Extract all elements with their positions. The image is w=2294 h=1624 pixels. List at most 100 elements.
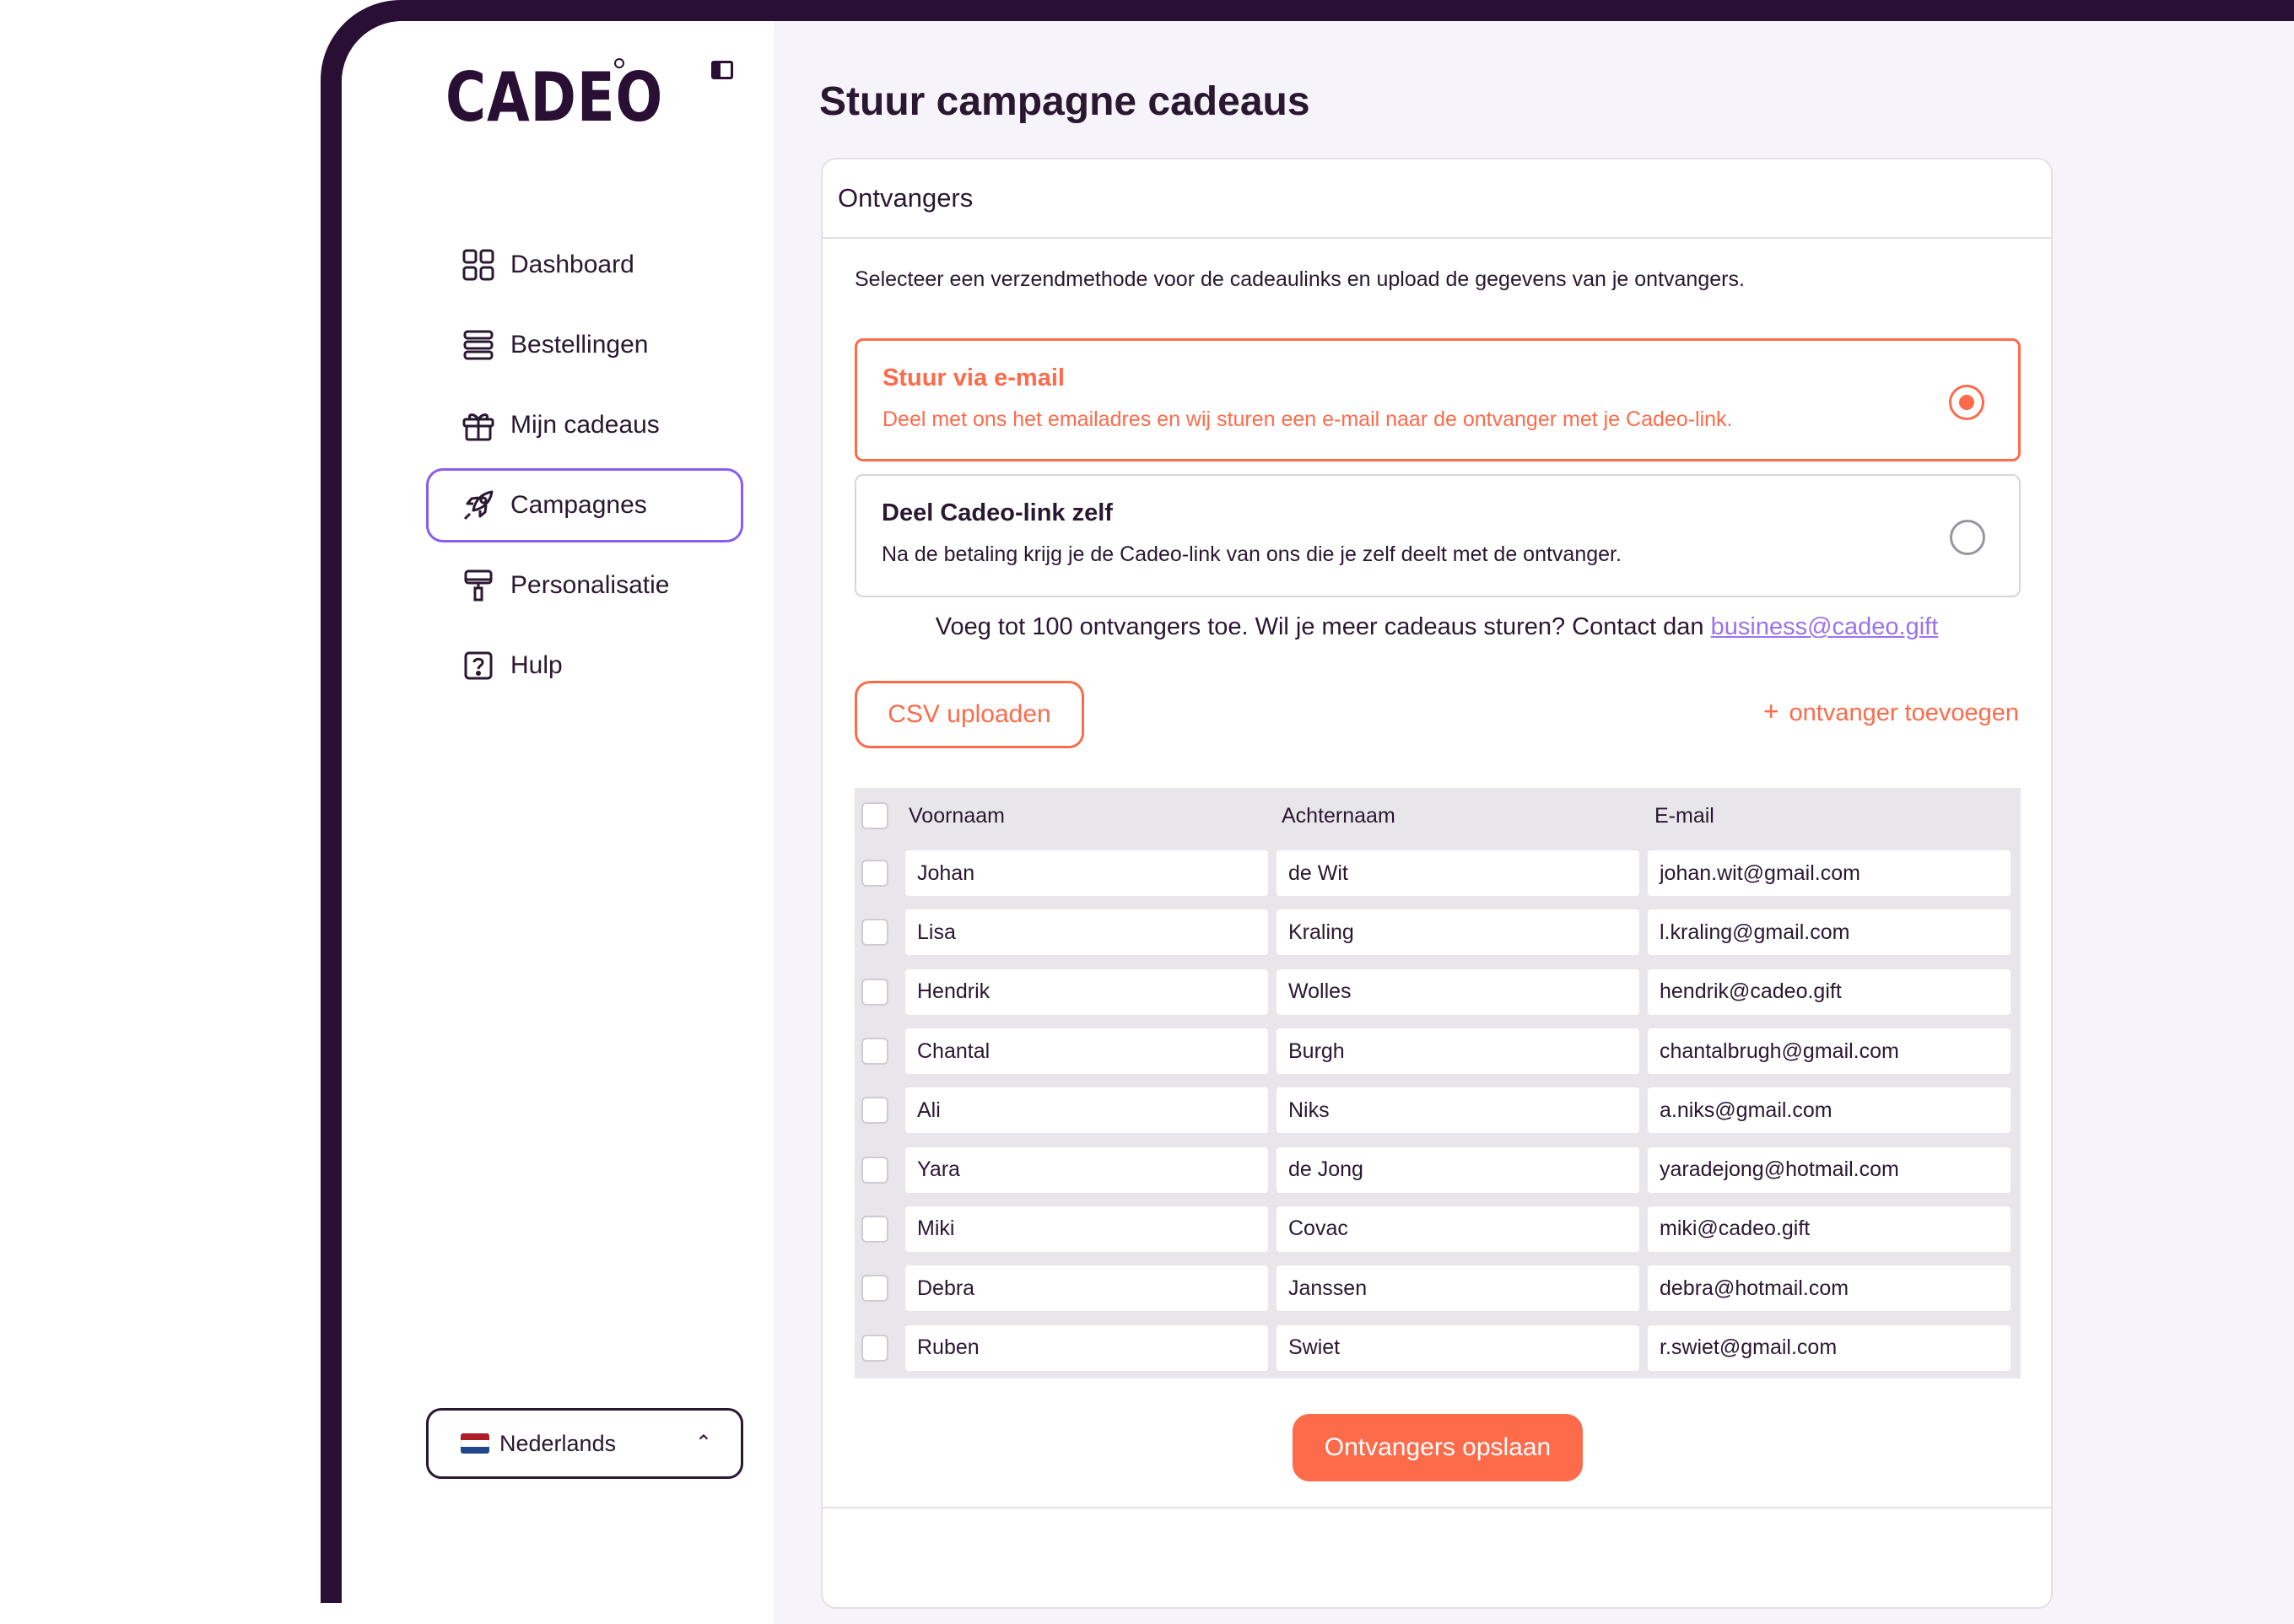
option-description: Deel met ons het emailadres en wij sture… [883,407,1733,431]
sidebar-item-hulp[interactable]: Hulp [426,629,743,703]
sidebar-item-label: Hulp [510,651,563,679]
chevron-up-icon: ⌃ [694,1432,712,1454]
email-field[interactable]: debra@hotmail.com [1648,1265,2011,1312]
table-row: Chantal Burgh chantalbrugh@gmail.com [855,1022,2021,1081]
plus-icon: + [1762,696,1779,726]
list-icon [461,328,495,362]
sidebar: CADEO Dashboard Bestellingen Mijn cadeau… [342,21,774,1624]
select-all-checkbox[interactable] [861,802,888,829]
table-row: Hendrik Wolles hendrik@cadeo.gift [855,963,2021,1022]
radio-selected[interactable] [1949,385,1984,420]
sidebar-item-dashboard[interactable]: Dashboard [426,228,743,302]
row-checkbox[interactable] [861,919,888,947]
email-field[interactable]: r.swiet@gmail.com [1648,1325,2011,1371]
table-row: Ali Niks a.niks@gmail.com [855,1081,2021,1140]
option-description: Na de betaling krijg je de Cadeo-link va… [882,542,1622,566]
card-divider [823,1507,2051,1508]
app-window: CADEO Dashboard Bestellingen Mijn cadeau… [342,21,2294,1624]
sidebar-item-personalisatie[interactable]: Personalisatie [426,548,743,623]
limit-text: Voeg tot 100 ontvangers toe. Wil je meer… [935,613,1704,640]
option-email[interactable]: Stuur via e-mail Deel met ons het emaila… [855,338,2021,461]
email-field[interactable]: a.niks@gmail.com [1648,1087,2011,1134]
table-row: Debra Janssen debra@hotmail.com [855,1259,2021,1318]
row-checkbox[interactable] [861,860,888,888]
netherlands-flag-icon [461,1433,489,1454]
sidebar-nav: Dashboard Bestellingen Mijn cadeaus Camp… [426,228,743,709]
last-name-field[interactable]: Janssen [1277,1265,1639,1312]
table-row: Lisa Kraling l.kraling@gmail.com [855,903,2021,962]
cadeo-logo: CADEO [445,58,664,137]
column-header-voornaam: Voornaam [909,803,1005,828]
last-name-field[interactable]: Swiet [1277,1325,1639,1371]
save-recipients-button[interactable]: Ontvangers opslaan [1293,1414,1583,1481]
add-recipient-label: ontvanger toevoegen [1789,699,2020,726]
sidebar-item-label: Dashboard [510,251,634,278]
table-body: Johan de Wit johan.wit@gmail.com Lisa Kralin… [855,844,2021,1378]
card-intro: Selecteer een verzendmethode voor de cad… [855,267,1745,291]
last-name-field[interactable]: Wolles [1277,968,1639,1015]
email-field[interactable]: yaradejong@hotmail.com [1648,1147,2011,1193]
last-name-field[interactable]: Burgh [1277,1028,1639,1075]
option-share-link[interactable]: Deel Cadeo-link zelf Na de betaling krij… [855,474,2021,597]
email-field[interactable]: miki@cadeo.gift [1648,1206,2011,1252]
recipients-table: Voornaam Achternaam E-mail Johan de Wit jo… [855,788,2021,1379]
paint-roller-icon [461,569,495,602]
first-name-field[interactable]: Ali [905,1087,1268,1134]
table-row: Miki Covac miki@cadeo.gift [855,1200,2021,1259]
sidebar-item-label: Campagnes [510,491,647,519]
sidebar-toggle-icon[interactable] [711,61,733,79]
first-name-field[interactable]: Chantal [905,1028,1268,1075]
csv-upload-button[interactable]: CSV uploaden [855,681,1084,748]
column-header-email: E-mail [1654,803,1714,828]
row-checkbox[interactable] [861,1097,888,1125]
sidebar-item-label: Mijn cadeaus [510,411,660,439]
sidebar-item-campagnes[interactable]: Campagnes [426,468,743,542]
recipients-card: Ontvangers Selecteer een verzendmethode … [821,158,2053,1609]
first-name-field[interactable]: Yara [905,1147,1268,1193]
logo-registered-mark [614,58,624,68]
table-row: Ruben Swiet r.swiet@gmail.com [855,1318,2021,1377]
email-field[interactable]: chantalbrugh@gmail.com [1648,1028,2011,1075]
table-row: Yara de Jong yaradejong@hotmail.com [855,1140,2021,1199]
page-title: Stuur campagne cadeaus [819,79,1310,124]
help-icon [461,649,495,683]
main-content: Stuur campagne cadeaus Ontvangers Select… [774,21,2294,1624]
first-name-field[interactable]: Debra [905,1265,1268,1312]
sidebar-item-label: Bestellingen [510,331,649,359]
add-recipient-link[interactable]: + ontvanger toevoegen [1763,696,2019,727]
row-checkbox[interactable] [861,1215,888,1243]
table-header: Voornaam Achternaam E-mail [855,788,2021,844]
option-title: Deel Cadeo-link zelf [882,499,1113,526]
first-name-field[interactable]: Miki [905,1206,1268,1252]
column-header-achternaam: Achternaam [1282,803,1395,828]
last-name-field[interactable]: de Jong [1277,1147,1639,1193]
language-selector[interactable]: Nederlands ⌃ [426,1408,743,1479]
row-checkbox[interactable] [861,1038,888,1066]
email-field[interactable]: johan.wit@gmail.com [1648,850,2011,897]
first-name-field[interactable]: Ruben [905,1325,1268,1371]
contact-email-link[interactable]: business@cadeo.gift [1711,613,1939,640]
rocket-icon [461,488,495,522]
first-name-field[interactable]: Johan [905,850,1268,897]
table-row: Johan de Wit johan.wit@gmail.com [855,844,2021,903]
row-checkbox[interactable] [861,1334,888,1362]
radio-unselected[interactable] [1950,520,1985,555]
gift-icon [461,408,495,442]
language-label: Nederlands [499,1430,617,1456]
recipient-limit-text: Voeg tot 100 ontvangers toe. Wil je meer… [823,613,2051,641]
first-name-field[interactable]: Lisa [905,909,1268,956]
row-checkbox[interactable] [861,1156,888,1184]
option-title: Stuur via e-mail [883,364,1065,391]
last-name-field[interactable]: Niks [1277,1087,1639,1134]
sidebar-item-mijn-cadeaus[interactable]: Mijn cadeaus [426,388,743,462]
last-name-field[interactable]: Kraling [1277,909,1639,956]
row-checkbox[interactable] [861,1275,888,1303]
grid-icon [461,248,495,282]
first-name-field[interactable]: Hendrik [905,968,1268,1015]
row-checkbox[interactable] [861,978,888,1006]
sidebar-item-bestellingen[interactable]: Bestellingen [426,308,743,382]
email-field[interactable]: hendrik@cadeo.gift [1648,968,2011,1015]
last-name-field[interactable]: de Wit [1277,850,1639,897]
email-field[interactable]: l.kraling@gmail.com [1648,909,2011,956]
last-name-field[interactable]: Covac [1277,1206,1639,1252]
